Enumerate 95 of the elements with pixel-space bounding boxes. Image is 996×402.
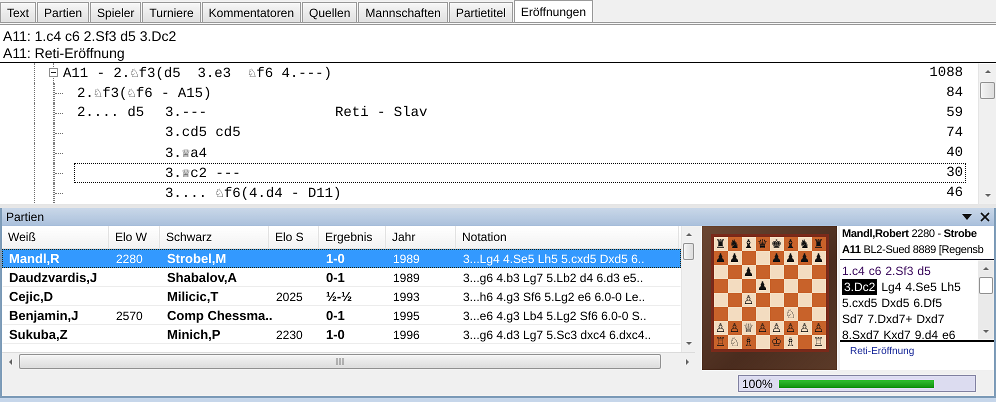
column-header[interactable]: Schwarz: [160, 226, 269, 248]
tree-row[interactable]: 2.♘f3(♘f6 - A15) 84: [74, 83, 966, 103]
board-square[interactable]: [812, 265, 826, 279]
board-square[interactable]: [770, 307, 784, 321]
board-square[interactable]: [784, 279, 798, 293]
move[interactable]: Lh5: [940, 279, 961, 295]
scrollbar[interactable]: [978, 260, 994, 340]
scroll-thumb[interactable]: [980, 82, 995, 99]
move[interactable]: Kxd7: [883, 327, 911, 343]
scroll-thumb[interactable]: [683, 243, 694, 260]
board-square[interactable]: [770, 265, 784, 279]
game-header-line: A11 BL2-Sued 8889 [Regensb: [841, 243, 984, 258]
game-row[interactable]: Daudzvardis,J Shabalov,A 0-1 1989 3...g6 4.b3 Lg7 5.Lb2 d4 6.d3 e5..: [2, 268, 681, 287]
move[interactable]: Sd7: [842, 311, 864, 327]
board-square[interactable]: [798, 335, 812, 349]
move[interactable]: 6.Df5: [913, 295, 942, 311]
board-square[interactable]: [756, 307, 770, 321]
board-square[interactable]: [714, 265, 728, 279]
board-square[interactable]: [784, 293, 798, 307]
board-square[interactable]: [728, 293, 742, 307]
board-square[interactable]: [742, 307, 756, 321]
board-square[interactable]: [812, 279, 826, 293]
board-square[interactable]: [798, 279, 812, 293]
scrollbar[interactable]: [978, 63, 996, 204]
tab[interactable]: Partietitel: [448, 2, 513, 22]
move[interactable]: 9.d4: [914, 327, 938, 343]
grip-icon: [336, 358, 344, 365]
column-header[interactable]: Ergebnis: [319, 226, 386, 248]
board-square[interactable]: [812, 307, 826, 321]
board-square[interactable]: [798, 293, 812, 307]
move[interactable]: 8.Sxd7: [842, 327, 880, 343]
move[interactable]: 4.Se5: [905, 279, 937, 295]
board-square[interactable]: [728, 307, 742, 321]
chessboard[interactable]: ♜♞♝♛♚♝♞♜ ♟♟ ♟♟♟♟ ♟ ♟ ♙ ♘ ♙♙♕♙♙♙♙♙ ♖♘♗ ♔♗ ♖: [710, 234, 828, 352]
board-square[interactable]: [742, 279, 756, 293]
board-square[interactable]: [756, 293, 770, 307]
tab[interactable]: Turniere: [142, 2, 201, 22]
tree-row[interactable]: 3.cd5 cd5 74: [74, 123, 966, 143]
column-header[interactable]: Jahr: [386, 226, 456, 248]
game-header-line: Mandl,Robert 2280 - Strobe: [841, 227, 978, 242]
game-row[interactable]: Cejic,D Milicic,T 2025 ½-½ 1993 3...h6 4.g3 Sf6 5.Lg2 e6 6.0-0 Le..: [2, 287, 681, 306]
close-icon[interactable]: [980, 212, 990, 222]
progress-label: 100%: [742, 376, 773, 390]
column-header[interactable]: Elo S: [269, 226, 319, 248]
scrollbar[interactable]: [681, 226, 695, 352]
tab[interactable]: Mannschaften: [358, 2, 448, 22]
column-header[interactable]: Notation: [456, 226, 679, 248]
tab[interactable]: Text: [0, 2, 36, 22]
move[interactable]: e6: [942, 327, 956, 343]
move[interactable]: 1.c4: [842, 263, 865, 279]
move[interactable]: 2.Sf3: [885, 263, 914, 279]
board-square[interactable]: [756, 265, 770, 279]
board-square[interactable]: [770, 293, 784, 307]
opening-name: Reti-Eröffnung: [849, 345, 916, 359]
board-square[interactable]: [728, 279, 742, 293]
board-square[interactable]: [784, 265, 798, 279]
tab[interactable]: Partien: [37, 2, 90, 22]
game-row[interactable]: Benjamin,J 2570 Comp Chessma.. 0-1 1995 3...e6 4.g3 Lb4 5.Lg2 Sf6 6.0-0 S..: [2, 306, 681, 325]
move[interactable]: 5.cxd5: [842, 295, 878, 311]
scroll-thumb[interactable]: [19, 354, 661, 369]
opening-line: A11: Reti-Eröffnung: [3, 45, 126, 62]
opening-line: A11: 1.c4 c6 2.Sf3 d5 3.Dc2: [3, 28, 178, 45]
collapse-icon[interactable]: [49, 68, 58, 77]
move[interactable]: d5: [917, 263, 931, 279]
scrollbar[interactable]: [2, 352, 695, 370]
move[interactable]: 7.Dxd7+: [867, 311, 912, 327]
tab[interactable]: Kommentatoren: [202, 2, 302, 22]
tree-row[interactable]: 3.♕c2 --- 30: [74, 163, 966, 183]
board-square[interactable]: [798, 265, 812, 279]
board-square[interactable]: [770, 279, 784, 293]
board-square[interactable]: [728, 265, 742, 279]
move[interactable]: c6: [868, 263, 882, 279]
move[interactable]: 3.Dc2: [842, 279, 878, 295]
board-square[interactable]: [798, 307, 812, 321]
move[interactable]: Dxd5: [881, 295, 910, 311]
tree-row[interactable]: A11 - 2.♘f3(d5 3.e3 ♘f6 4.---) 1088: [60, 63, 966, 83]
board-square[interactable]: [714, 293, 728, 307]
tree-row[interactable]: 3.... ♘f6(4.d4 - D11) 46: [74, 183, 966, 203]
column-header[interactable]: Weiß: [2, 226, 109, 248]
dropdown-icon[interactable]: [962, 213, 972, 221]
move[interactable]: Dxd7: [916, 311, 944, 327]
board-square[interactable]: [756, 335, 770, 349]
tree-row[interactable]: 3.♕a4 40: [74, 143, 966, 163]
panel-title: Partien: [6, 210, 46, 224]
board-square[interactable]: [742, 251, 756, 265]
board-square[interactable]: [756, 251, 770, 265]
tab[interactable]: Eröffnungen: [514, 0, 594, 22]
tab[interactable]: Quellen: [302, 2, 358, 22]
move[interactable]: Lg4: [881, 279, 902, 295]
board-square[interactable]: [812, 293, 826, 307]
scroll-thumb[interactable]: [979, 277, 993, 294]
game-row[interactable]: Sukuba,Z Minich,P 2230 1-0 1996 3...g6 4.d3 Lg7 5.Sc3 dxc4 6.dxc4..: [2, 325, 681, 344]
tree-row[interactable]: 2.... d5 3.--- Reti - Slav 59: [74, 103, 966, 123]
column-header[interactable]: Elo W: [109, 226, 160, 248]
tab[interactable]: Spieler: [90, 2, 142, 22]
